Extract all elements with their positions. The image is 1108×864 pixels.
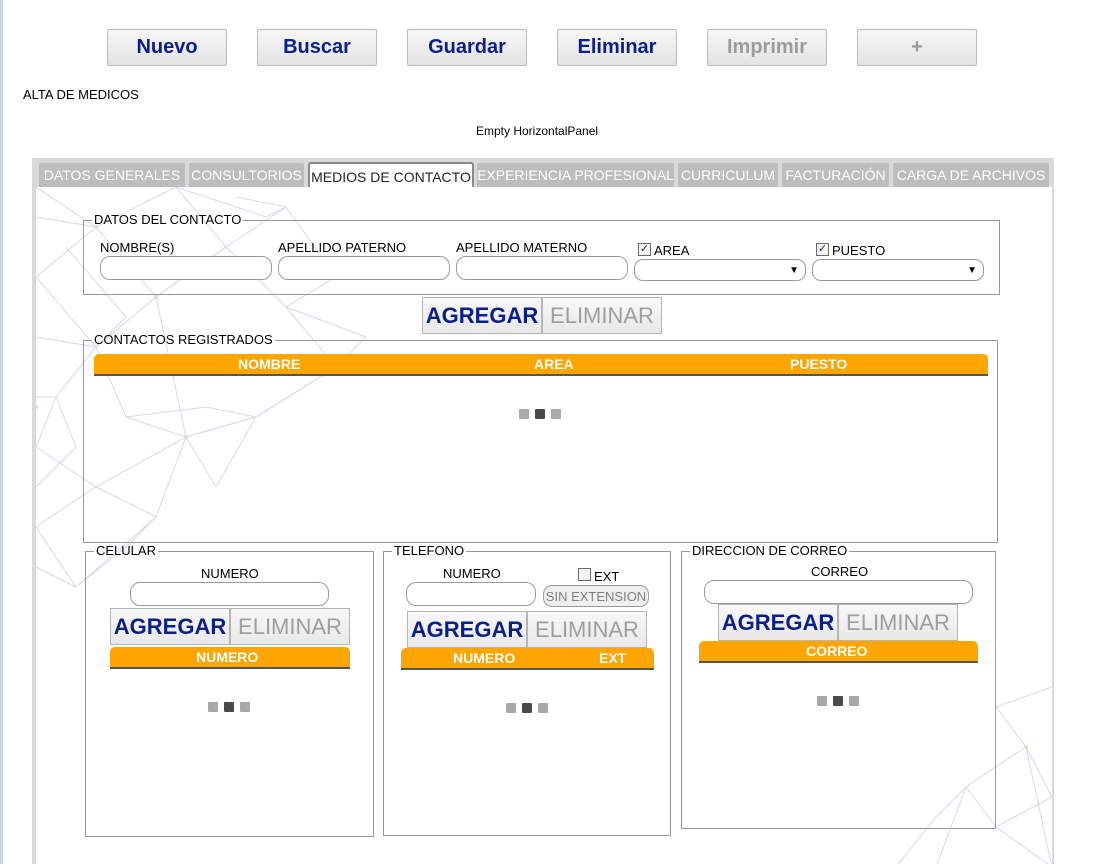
tab-curriculum[interactable]: CURRICULUM [678, 163, 778, 187]
celular-grid-header: NUMERO [110, 647, 350, 669]
apellido-materno-label: APELLIDO MATERNO [456, 240, 588, 255]
eliminar-button[interactable]: Eliminar [557, 29, 677, 66]
column-header-numero: NUMERO [196, 649, 259, 665]
empty-horizontal-panel: Empty HorizontalPanel [476, 124, 599, 138]
celular-agregar-button[interactable]: AGREGAR [110, 608, 230, 645]
loading-indicator [519, 409, 563, 421]
correo-agregar-button[interactable]: AGREGAR [718, 604, 838, 641]
datos-del-contacto-legend: DATOS DEL CONTACTO [94, 212, 242, 227]
chevron-down-icon: ▼ [789, 265, 799, 276]
celular-numero-input[interactable] [130, 582, 329, 606]
puesto-checkbox[interactable]: ✓ [816, 243, 829, 256]
nombre-label: NOMBRE(S) [100, 240, 175, 255]
imprimir-button[interactable]: Imprimir [707, 29, 827, 66]
column-header-ext: EXT [599, 650, 627, 666]
tab-medios-de-contacto[interactable]: MEDIOS DE CONTACTO [308, 162, 474, 190]
contacto-eliminar-button[interactable]: ELIMINAR [542, 297, 662, 334]
ext-checkbox[interactable] [578, 568, 591, 581]
column-header-area: AREA [534, 356, 574, 372]
contactos-grid-header: NOMBRE AREA PUESTO [94, 354, 988, 376]
celular-numero-label: NUMERO [201, 566, 259, 581]
telefono-eliminar-button[interactable]: ELIMINAR [527, 611, 647, 648]
column-header-puesto: PUESTO [790, 356, 848, 372]
area-select[interactable]: ▼ [634, 259, 806, 281]
telefono-numero-label: NUMERO [443, 566, 501, 581]
contacto-agregar-button[interactable]: AGREGAR [422, 297, 542, 334]
nuevo-button[interactable]: Nuevo [107, 29, 227, 66]
puesto-select[interactable]: ▼ [812, 259, 984, 281]
tab-facturacion[interactable]: FACTURACIÓN [782, 163, 889, 187]
nombre-input[interactable] [100, 256, 272, 280]
tab-content-medios-de-contacto: DATOS DEL CONTACTO NOMBRE(S) APELLIDO PA… [36, 187, 1052, 864]
column-header-correo: CORREO [806, 643, 868, 659]
correo-legend: DIRECCION DE CORREO [692, 543, 848, 558]
column-header-nombre: NOMBRE [238, 356, 301, 372]
contactos-registrados-legend: CONTACTOS REGISTRADOS [94, 332, 273, 347]
celular-legend: CELULAR [96, 543, 156, 558]
puesto-label: PUESTO [832, 243, 886, 258]
tab-experiencia-profesional[interactable]: EXPERIENCIA PROFESIONAL [477, 163, 674, 187]
telefono-grid-header: NUMERO EXT [401, 648, 654, 670]
guardar-button[interactable]: Guardar [407, 29, 527, 66]
tab-consultorios[interactable]: CONSULTORIOS [189, 163, 304, 187]
ext-label: EXT [594, 569, 620, 584]
page-title: ALTA DE MEDICOS [23, 87, 139, 102]
loading-indicator [817, 696, 861, 708]
apellido-materno-input[interactable] [456, 256, 628, 280]
loading-indicator [208, 702, 252, 714]
apellido-paterno-input[interactable] [278, 256, 450, 280]
column-header-numero: NUMERO [453, 650, 516, 666]
chevron-down-icon: ▼ [967, 265, 977, 276]
celular-eliminar-button[interactable]: ELIMINAR [230, 608, 350, 645]
correo-input[interactable] [704, 580, 973, 604]
telefono-numero-input[interactable] [406, 582, 536, 606]
apellido-paterno-label: APELLIDO PATERNO [278, 240, 407, 255]
sin-extension-button[interactable]: SIN EXTENSION [543, 585, 649, 607]
area-label: AREA [654, 243, 690, 258]
tab-panel: DATOS GENERALES CONSULTORIOS MEDIOS DE C… [32, 158, 1054, 864]
correo-grid-header: CORREO [699, 641, 978, 663]
area-checkbox[interactable]: ✓ [638, 243, 651, 256]
buscar-button[interactable]: Buscar [257, 29, 377, 66]
correo-eliminar-button[interactable]: ELIMINAR [838, 604, 958, 641]
telefono-legend: TELEFONO [394, 543, 465, 558]
window-left-edge [0, 0, 3, 864]
telefono-agregar-button[interactable]: AGREGAR [407, 611, 527, 648]
tab-carga-de-archivos[interactable]: CARGA DE ARCHIVOS [893, 163, 1049, 187]
add-button[interactable]: + [857, 29, 977, 66]
correo-label: CORREO [811, 564, 869, 579]
tab-datos-generales[interactable]: DATOS GENERALES [39, 163, 185, 187]
loading-indicator [506, 703, 550, 715]
